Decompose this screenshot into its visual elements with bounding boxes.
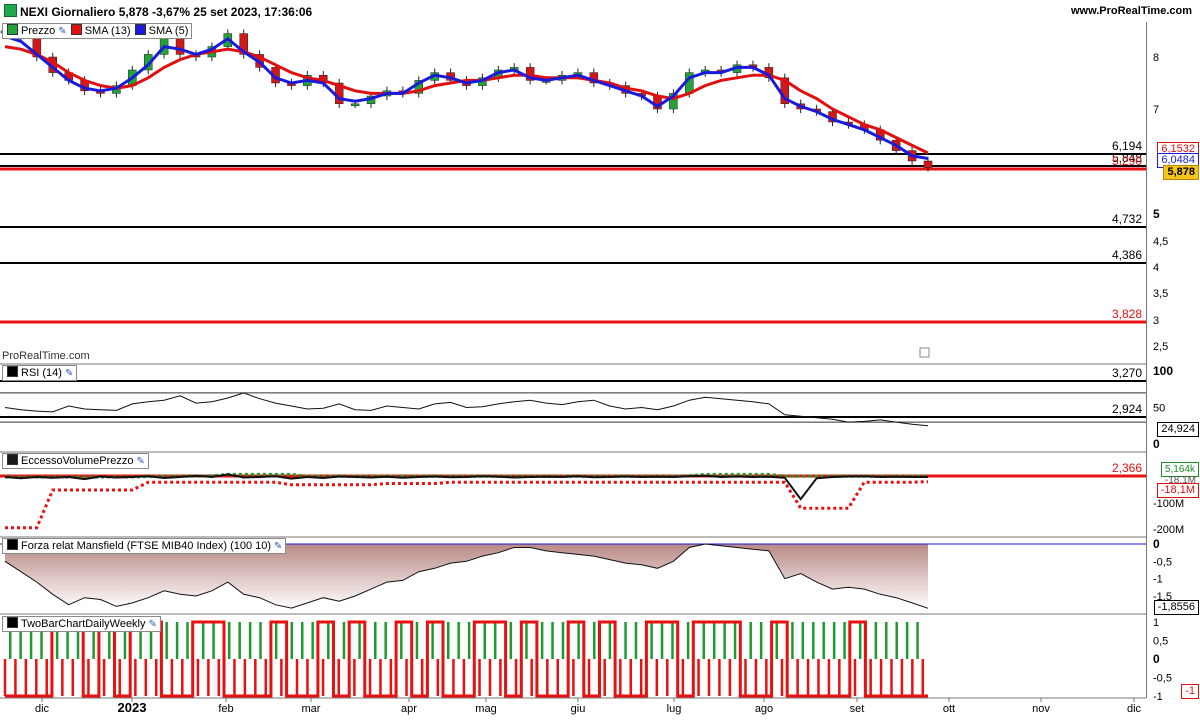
price-candle xyxy=(350,103,360,107)
rsi-tag: 24,924 xyxy=(1157,422,1199,437)
twobar-axis-tick: 1 xyxy=(1153,617,1159,629)
support-level-label: 5,290 xyxy=(1112,154,1142,168)
twobar-legend[interactable]: TwoBarChartDailyWeekly ✎ xyxy=(2,616,161,632)
wrench-icon[interactable]: ✎ xyxy=(137,455,145,469)
wrench-icon[interactable]: ✎ xyxy=(65,367,73,381)
price-candle xyxy=(923,160,933,168)
mansfield-axis-tick: -0,5 xyxy=(1153,556,1172,568)
support-level-label: 2,366 xyxy=(1112,461,1142,475)
price-axis-tick: 3 xyxy=(1153,315,1159,327)
x-axis-tick: feb xyxy=(218,703,233,715)
x-axis-tick: giu xyxy=(571,703,586,715)
evp-axis-tick: -100M xyxy=(1153,498,1184,510)
sma13-swatch xyxy=(70,24,82,35)
price-axis-line xyxy=(1146,22,1147,698)
x-axis-tick: mag xyxy=(475,703,496,715)
wrench-icon[interactable]: ✎ xyxy=(149,618,157,632)
twobar-axis-tick: 0 xyxy=(1153,652,1160,666)
mansfield-tag: -1,8556 xyxy=(1153,600,1199,615)
evp-swatch xyxy=(7,454,18,465)
twobar-legend-label: TwoBarChartDailyWeekly xyxy=(21,618,146,630)
evp-axis-tick: -200M xyxy=(1153,524,1184,536)
price-axis-tick: 3,5 xyxy=(1153,288,1168,300)
price-axis-tick: 2,5 xyxy=(1153,341,1168,353)
price-candle xyxy=(175,38,185,55)
panel-resize-handle xyxy=(919,347,930,358)
mansfield-swatch xyxy=(7,539,18,550)
price-axis-tick: 4,5 xyxy=(1153,236,1168,248)
sma5-line xyxy=(4,34,929,160)
x-axis-tick: dic xyxy=(1127,703,1142,715)
rsi-line xyxy=(4,392,929,427)
support-level-label: 3,828 xyxy=(1112,307,1142,321)
rsi-axis-tick: 0 xyxy=(1153,437,1160,451)
x-axis-tick: ott xyxy=(943,703,955,715)
wrench-icon[interactable]: ✎ xyxy=(274,540,282,554)
support-level-label: 3,270 xyxy=(1112,366,1142,380)
legend-price: Prezzo xyxy=(21,25,56,37)
rsi-axis-tick: 50 xyxy=(1153,403,1165,415)
x-axis-tick: mar xyxy=(302,703,321,715)
rsi-axis-tick: 100 xyxy=(1153,364,1173,378)
price-axis-tick: 5 xyxy=(1153,207,1160,221)
support-level-label: 4,732 xyxy=(1112,212,1142,226)
support-level-label: 4,386 xyxy=(1112,248,1142,262)
twobar-axis-tick: -0,5 xyxy=(1153,673,1172,685)
mansfield-legend[interactable]: Forza relat Mansfield (FTSE MIB40 Index)… xyxy=(2,538,287,554)
main-legend[interactable]: Prezzo ✎ SMA (13) SMA (5) xyxy=(2,23,193,39)
rsi-legend-label: RSI (14) xyxy=(21,367,62,379)
watermark: ProRealTime.com xyxy=(2,350,90,362)
last-price-tag: 5,878 xyxy=(1163,165,1199,180)
x-axis-tick: set xyxy=(850,703,865,715)
sma5-swatch xyxy=(134,24,146,35)
x-axis-tick: dic xyxy=(35,703,50,715)
support-level-label: 2,924 xyxy=(1112,402,1142,416)
twobar-tag: -1 xyxy=(1181,684,1199,699)
evp-legend[interactable]: EccessoVolumePrezzo ✎ xyxy=(2,453,149,469)
price-swatch xyxy=(7,24,18,35)
twobar-axis-tick: -1 xyxy=(1153,691,1163,703)
x-axis-tick: nov xyxy=(1032,703,1050,715)
mansfield-axis-tick: -1 xyxy=(1153,574,1163,586)
rsi-legend[interactable]: RSI (14) ✎ xyxy=(2,365,78,381)
twobar-axis-tick: 0,5 xyxy=(1153,636,1168,648)
price-axis-tick: 8 xyxy=(1153,52,1159,64)
price-axis-tick: 7 xyxy=(1153,104,1159,116)
twobar-swatch xyxy=(7,617,18,628)
x-axis-tick: 2023 xyxy=(118,700,147,715)
x-axis-tick: apr xyxy=(401,703,417,715)
chart-canvas[interactable]: 6,1945,8485,2904,7324,3863,8283,2702,924… xyxy=(0,0,1200,720)
wrench-icon[interactable]: ✎ xyxy=(58,25,66,39)
rsi-swatch xyxy=(7,366,18,377)
twobar-weekly-line xyxy=(5,620,928,698)
mansfield-axis-tick: 0 xyxy=(1153,537,1160,551)
x-axis-tick: ago xyxy=(755,703,773,715)
mansfield-legend-label: Forza relat Mansfield (FTSE MIB40 Index)… xyxy=(21,540,272,552)
evp-legend-label: EccessoVolumePrezzo xyxy=(21,455,134,467)
legend-sma13: SMA (13) xyxy=(84,25,131,37)
evp-red-dotted xyxy=(5,480,929,530)
evp-neg-tag: -18,1M xyxy=(1156,483,1199,498)
legend-sma5: SMA (5) xyxy=(148,25,189,37)
price-axis-tick: 4 xyxy=(1153,262,1159,274)
x-axis-tick: lug xyxy=(667,703,682,715)
